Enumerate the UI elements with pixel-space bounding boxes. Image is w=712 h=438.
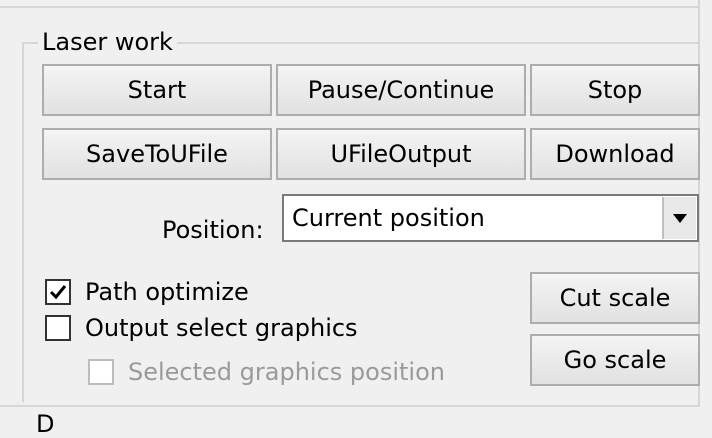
stop-button[interactable]: Stop — [530, 64, 700, 116]
output-select-graphics-label: Output select graphics — [85, 314, 358, 342]
position-label: Position: — [162, 216, 264, 244]
path-optimize-checkbox[interactable] — [45, 279, 71, 305]
download-button[interactable]: Download — [530, 128, 700, 180]
dropdown-arrow-icon[interactable] — [662, 197, 696, 239]
selected-graphics-position-checkbox[interactable] — [88, 359, 114, 385]
next-section-title: D — [36, 410, 55, 438]
selected-graphics-position-label: Selected graphics position — [128, 358, 445, 386]
pause-continue-button[interactable]: Pause/Continue — [276, 64, 526, 116]
path-optimize-label: Path optimize — [85, 278, 249, 306]
go-scale-button[interactable]: Go scale — [530, 334, 700, 386]
cut-scale-button[interactable]: Cut scale — [530, 272, 700, 324]
position-select-value: Current position — [292, 204, 485, 232]
ufile-output-button[interactable]: UFileOutput — [276, 128, 526, 180]
start-button[interactable]: Start — [42, 64, 272, 116]
checkmark-icon — [49, 285, 67, 300]
position-select[interactable]: Current position — [282, 194, 699, 242]
output-select-graphics-checkbox[interactable] — [45, 315, 71, 341]
laser-work-group-title: Laser work — [38, 27, 177, 57]
save-to-ufile-button[interactable]: SaveToUFile — [42, 128, 272, 180]
